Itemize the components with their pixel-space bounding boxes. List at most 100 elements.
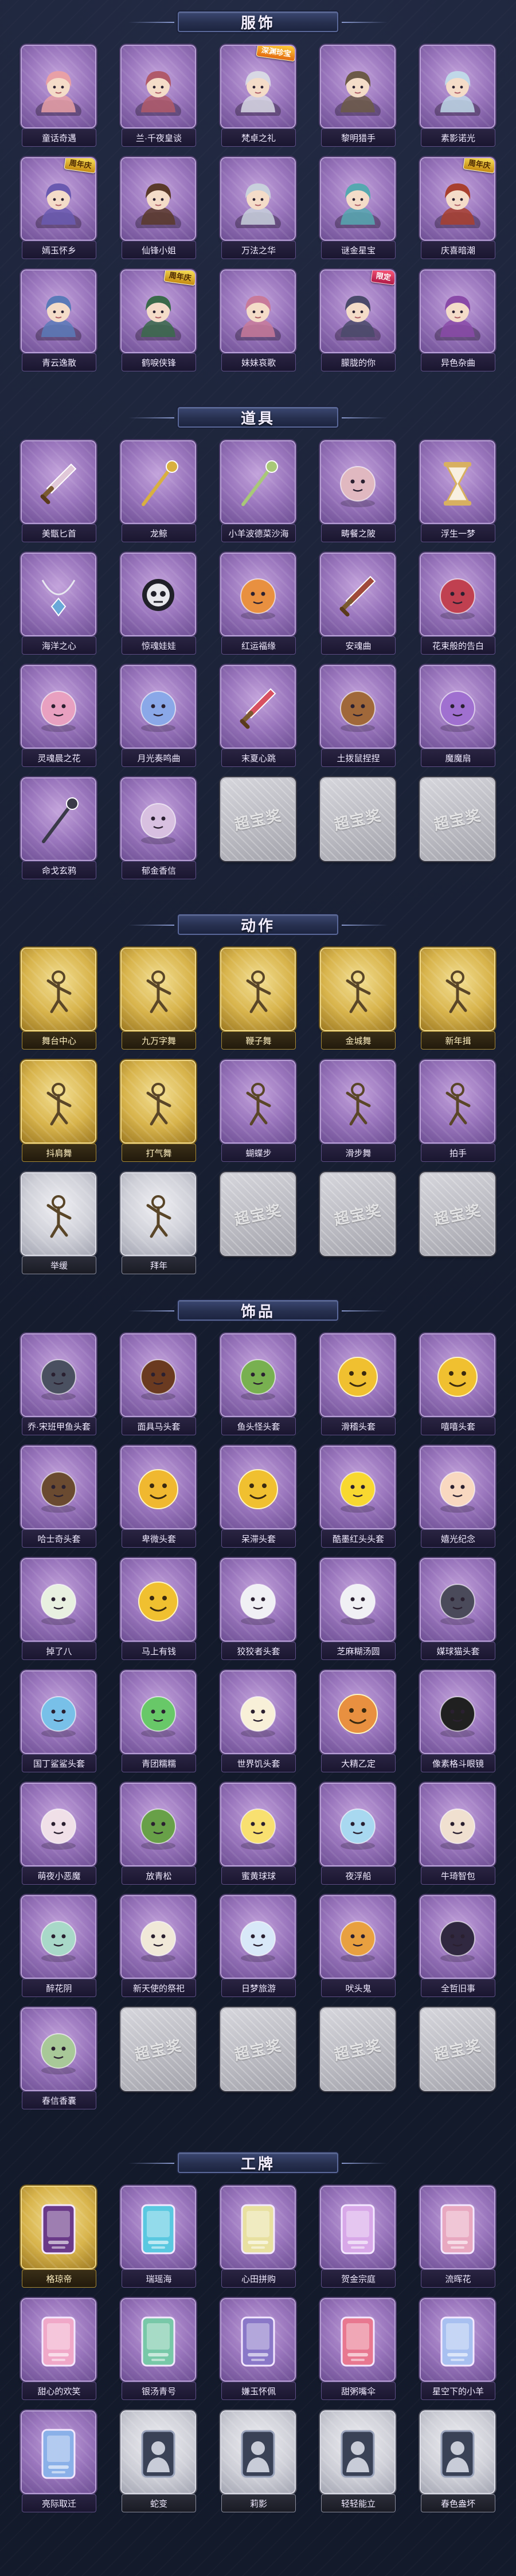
- reward-item[interactable]: 金城舞: [316, 949, 399, 1050]
- reward-item[interactable]: 掉了八: [17, 1559, 100, 1660]
- reward-item[interactable]: 全哲旧事: [416, 1896, 499, 1997]
- reward-item[interactable]: 惊魂娃娃: [117, 554, 200, 655]
- reward-item[interactable]: 超宝奖: [217, 2009, 299, 2109]
- reward-item[interactable]: 安魂曲: [316, 554, 399, 655]
- reward-item[interactable]: 海洋之心: [17, 554, 100, 655]
- reward-item[interactable]: 周年庆 鹤唳侠锋: [117, 271, 200, 371]
- reward-item[interactable]: 异色杂曲: [416, 271, 499, 371]
- reward-item[interactable]: 畴餐之陂: [316, 441, 399, 542]
- reward-item[interactable]: 龙鲸: [117, 441, 200, 542]
- reward-item[interactable]: 春色盎坏: [416, 2411, 499, 2512]
- reward-item[interactable]: 新年揖: [416, 949, 499, 1050]
- reward-item[interactable]: 美甑匕首: [17, 441, 100, 542]
- reward-item[interactable]: 国丁鲨鲨头套: [17, 1671, 100, 1772]
- reward-item[interactable]: 超宝奖: [217, 1173, 299, 1274]
- reward-item[interactable]: 瑞瑶海: [117, 2187, 200, 2288]
- reward-item[interactable]: 萌夜小恶魔: [17, 1784, 100, 1885]
- reward-item[interactable]: 素影诺光: [416, 46, 499, 147]
- reward-item[interactable]: 深渊珍宝 梵卓之礼: [217, 46, 299, 147]
- reward-item[interactable]: 限定 朦胧的你: [316, 271, 399, 371]
- reward-item[interactable]: 星空下的小羊: [416, 2299, 499, 2400]
- reward-item[interactable]: 拜年: [117, 1173, 200, 1274]
- reward-item[interactable]: 滑稽头套: [316, 1334, 399, 1435]
- reward-item[interactable]: 放青松: [117, 1784, 200, 1885]
- reward-item[interactable]: 大精乙定: [316, 1671, 399, 1772]
- reward-item[interactable]: 红运福缘: [217, 554, 299, 655]
- reward-item[interactable]: 牛琦智包: [416, 1784, 499, 1885]
- reward-item[interactable]: 命戈玄鸦: [17, 778, 100, 879]
- reward-item[interactable]: 日梦旅游: [217, 1896, 299, 1997]
- reward-item[interactable]: 打气舞: [117, 1061, 200, 1162]
- reward-item[interactable]: 超宝奖: [416, 2009, 499, 2109]
- reward-item[interactable]: 超宝奖: [316, 1173, 399, 1274]
- reward-item[interactable]: 拍手: [416, 1061, 499, 1162]
- reward-item[interactable]: 仙锋小姐: [117, 158, 200, 259]
- reward-item[interactable]: 小羊波德菜沙海: [217, 441, 299, 542]
- reward-item[interactable]: 蝴蝶步: [217, 1061, 299, 1162]
- reward-item[interactable]: 贺金宗庭: [316, 2187, 399, 2288]
- reward-item[interactable]: 黎明猎手: [316, 46, 399, 147]
- reward-item[interactable]: 超宝奖: [416, 1173, 499, 1274]
- reward-item[interactable]: 嫌玉怀佩: [217, 2299, 299, 2400]
- reward-item[interactable]: 莉影: [217, 2411, 299, 2512]
- reward-item[interactable]: 土拨鼠捏捏: [316, 666, 399, 767]
- reward-item[interactable]: 卑微头套: [117, 1447, 200, 1548]
- reward-item[interactable]: 青云逸散: [17, 271, 100, 371]
- reward-item[interactable]: 抖肩舞: [17, 1061, 100, 1162]
- reward-item[interactable]: 银汤青号: [117, 2299, 200, 2400]
- reward-item[interactable]: 春信香囊: [17, 2009, 100, 2109]
- reward-item[interactable]: 举缓: [17, 1173, 100, 1274]
- reward-item[interactable]: 甜心的欢笑: [17, 2299, 100, 2400]
- reward-item[interactable]: 流晖花: [416, 2187, 499, 2288]
- reward-item[interactable]: 轻轻能立: [316, 2411, 399, 2512]
- reward-item[interactable]: 新天使的祭祀: [117, 1896, 200, 1997]
- reward-item[interactable]: 灵魂晨之花: [17, 666, 100, 767]
- reward-item[interactable]: 酷墨红头头套: [316, 1447, 399, 1548]
- reward-item[interactable]: 浮生一梦: [416, 441, 499, 542]
- reward-item[interactable]: 蛇变: [117, 2411, 200, 2512]
- reward-item[interactable]: 周年庆 庆喜暗潮: [416, 158, 499, 259]
- reward-item[interactable]: 超宝奖: [316, 2009, 399, 2109]
- reward-item[interactable]: 狡狡者头套: [217, 1559, 299, 1660]
- reward-item[interactable]: 面具马头套: [117, 1334, 200, 1435]
- reward-item[interactable]: 鞭子舞: [217, 949, 299, 1050]
- reward-item[interactable]: 吠头鬼: [316, 1896, 399, 1997]
- reward-item[interactable]: 超宝奖: [416, 778, 499, 879]
- reward-item[interactable]: 月光奏鸣曲: [117, 666, 200, 767]
- reward-item[interactable]: 花束般的告白: [416, 554, 499, 655]
- reward-item[interactable]: 鱼头怪头套: [217, 1334, 299, 1435]
- reward-item[interactable]: 马上有钱: [117, 1559, 200, 1660]
- reward-item[interactable]: 超宝奖: [217, 778, 299, 879]
- reward-item[interactable]: 呆滞头套: [217, 1447, 299, 1548]
- reward-item[interactable]: 青团糯糯: [117, 1671, 200, 1772]
- reward-item[interactable]: 媒球猫头套: [416, 1559, 499, 1660]
- reward-item[interactable]: 芝麻糊汤圆: [316, 1559, 399, 1660]
- reward-item[interactable]: 九万字舞: [117, 949, 200, 1050]
- reward-item[interactable]: 舞台中心: [17, 949, 100, 1050]
- reward-item[interactable]: 兰·千夜皇谈: [117, 46, 200, 147]
- reward-item[interactable]: 心田拼购: [217, 2187, 299, 2288]
- reward-item[interactable]: 亮际取迁: [17, 2411, 100, 2512]
- reward-item[interactable]: 乔·宋班甲鱼头套: [17, 1334, 100, 1435]
- reward-item[interactable]: 嬉光纪念: [416, 1447, 499, 1548]
- reward-item[interactable]: 世界饥头套: [217, 1671, 299, 1772]
- reward-item[interactable]: 末夏心跳: [217, 666, 299, 767]
- reward-item[interactable]: 哈士奇头套: [17, 1447, 100, 1548]
- reward-item[interactable]: 童话奇遇: [17, 46, 100, 147]
- reward-item[interactable]: 超宝奖: [316, 778, 399, 879]
- reward-item[interactable]: 周年庆 嫣玉怀乡: [17, 158, 100, 259]
- reward-item[interactable]: 甜粥嘴伞: [316, 2299, 399, 2400]
- reward-item[interactable]: 魔魔扇: [416, 666, 499, 767]
- reward-item[interactable]: 郁金香信: [117, 778, 200, 879]
- reward-item[interactable]: 夜浮船: [316, 1784, 399, 1885]
- reward-item[interactable]: 嘻嘻头套: [416, 1334, 499, 1435]
- reward-item[interactable]: 万法之华: [217, 158, 299, 259]
- reward-item[interactable]: 像素格斗眼镜: [416, 1671, 499, 1772]
- reward-item[interactable]: 格琼帝: [17, 2187, 100, 2288]
- reward-item[interactable]: 滑步舞: [316, 1061, 399, 1162]
- reward-item[interactable]: 谜金星宝: [316, 158, 399, 259]
- reward-item[interactable]: 蜜黄球球: [217, 1784, 299, 1885]
- reward-item[interactable]: 醉花阴: [17, 1896, 100, 1997]
- reward-item[interactable]: 超宝奖: [117, 2009, 200, 2109]
- reward-item[interactable]: 妹妹哀歌: [217, 271, 299, 371]
